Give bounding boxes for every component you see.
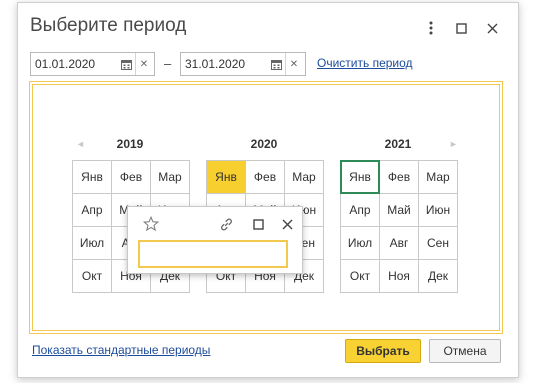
month-cell[interactable]: Июл (73, 227, 112, 260)
period-dialog: Выберите период ✕ – ✕ Очистить период ◄ … (17, 2, 519, 378)
star-icon[interactable] (142, 215, 160, 233)
month-cell[interactable]: Июн (419, 194, 458, 227)
dialog-title: Выберите период (30, 15, 187, 36)
year-label-2021: 2021 (384, 137, 412, 151)
month-cell[interactable]: Ноя (380, 260, 419, 293)
month-cell[interactable]: Янв (73, 161, 112, 194)
month-cell[interactable]: Фев (380, 161, 419, 194)
month-cell[interactable]: Сен (419, 227, 458, 260)
maximize-icon[interactable] (249, 215, 267, 233)
month-cell[interactable]: Янв (207, 161, 246, 194)
close-icon[interactable] (278, 215, 296, 233)
month-cell[interactable]: Апр (73, 194, 112, 227)
calendar-icon[interactable] (267, 53, 285, 75)
month-cell[interactable]: Дек (419, 260, 458, 293)
start-date-field: ✕ (30, 52, 155, 76)
month-cell[interactable]: Окт (341, 260, 380, 293)
popup-input[interactable] (138, 240, 288, 268)
select-button[interactable]: Выбрать (345, 339, 421, 363)
maximize-icon[interactable] (446, 17, 477, 39)
month-cell[interactable]: Мар (419, 161, 458, 194)
date-separator: – (164, 56, 172, 71)
clear-end-date-icon[interactable]: ✕ (285, 53, 302, 75)
year-label-2020: 2020 (250, 137, 278, 151)
month-cell[interactable]: Янв (340, 160, 380, 194)
end-date-input[interactable] (181, 53, 267, 75)
month-cell[interactable]: Май (380, 194, 419, 227)
close-icon[interactable] (477, 17, 508, 39)
end-date-field: ✕ (180, 52, 306, 76)
month-cell[interactable]: Фев (112, 161, 151, 194)
month-cell[interactable]: Окт (73, 260, 112, 293)
month-grid-2021: Янв Фев Мар Апр Май Июн Июл Авг Сен Окт Ноя Дек (340, 160, 458, 293)
month-cell[interactable]: Мар (151, 161, 190, 194)
month-cell[interactable]: Авг (380, 227, 419, 260)
cancel-button[interactable]: Отмена (429, 339, 501, 363)
year-label-2019: 2019 (116, 137, 144, 151)
month-cell[interactable]: Апр (341, 194, 380, 227)
clear-start-date-icon[interactable]: ✕ (135, 53, 152, 75)
month-cell[interactable]: Июл (341, 227, 380, 260)
start-date-input[interactable] (31, 53, 117, 75)
more-vertical-icon[interactable] (415, 17, 446, 39)
month-cell[interactable]: Фев (246, 161, 285, 194)
calendar-icon[interactable] (117, 53, 135, 75)
floating-popup (127, 206, 303, 274)
link-icon[interactable] (217, 215, 235, 233)
month-cell[interactable]: Мар (285, 161, 324, 194)
clear-period-link[interactable]: Очистить период (317, 56, 413, 70)
header-icons (415, 17, 508, 39)
show-standard-periods-link[interactable]: Показать стандартные периоды (32, 343, 210, 357)
